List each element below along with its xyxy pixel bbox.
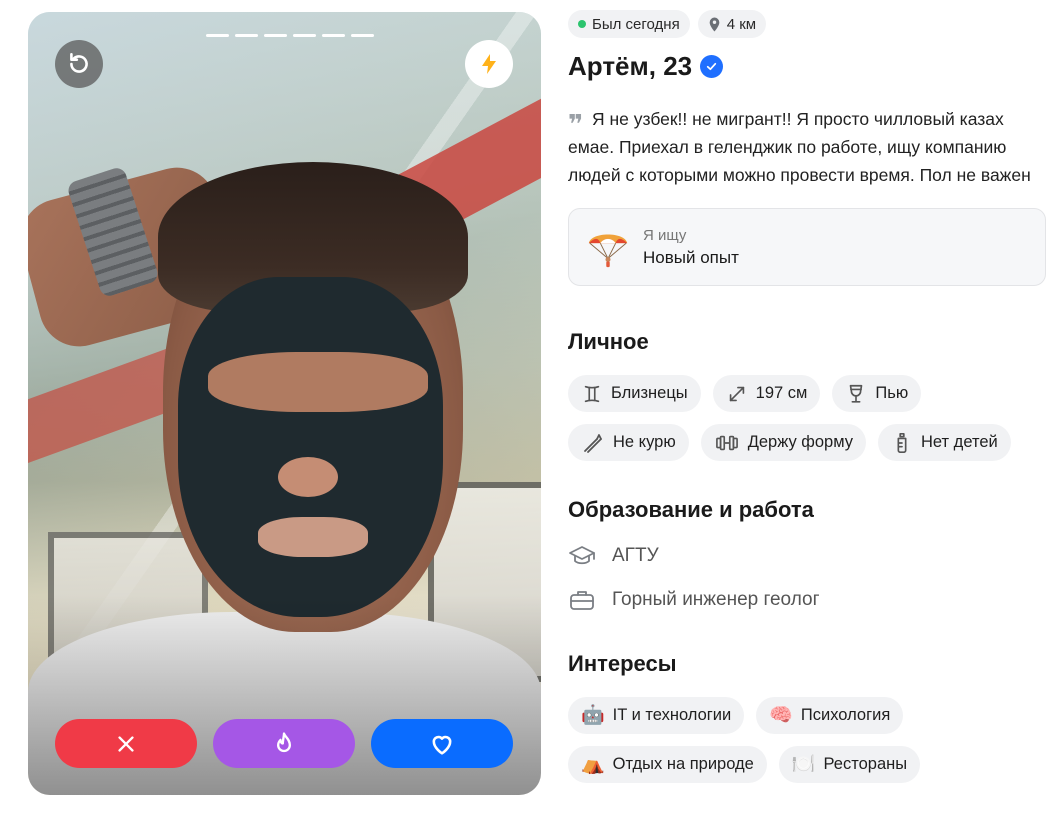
zodiac-text: Близнецы — [611, 384, 688, 402]
online-status-text: Был сегодня — [592, 15, 680, 33]
fitness-pill: Держу форму — [700, 424, 866, 461]
interest-pill-nature: ⛺ Отдых на природе — [568, 746, 767, 783]
online-dot-icon — [578, 20, 586, 28]
education-list: АГТУ Горный инженер геолог — [568, 534, 1046, 622]
photo-nose — [278, 457, 338, 497]
seeking-text-block: Я ищу Новый опыт — [643, 227, 739, 268]
status-chips: Был сегодня 4 км — [568, 10, 1046, 38]
interest-nature-text: Отдых на природе — [612, 755, 754, 773]
fitness-text: Держу форму — [747, 433, 853, 451]
education-job-row: Горный инженер геолог — [568, 578, 1046, 622]
drinking-pill: Пью — [832, 375, 922, 412]
photo-eyes — [208, 352, 428, 412]
briefcase-icon — [570, 591, 594, 610]
interest-pill-restaurants: 🍽️ Рестораны — [778, 746, 921, 783]
profile-photo-card[interactable] — [28, 12, 541, 795]
brain-icon: 🧠 — [769, 705, 793, 726]
parachute-icon — [588, 234, 628, 268]
lightning-icon — [482, 54, 496, 74]
heart-icon — [432, 735, 452, 755]
interests-section-title: Интересы — [568, 651, 677, 676]
interests-pills: 🤖 IT и технологии 🧠 Психология ⛺ Отдых н… — [568, 697, 1046, 783]
education-school-row: АГТУ — [568, 534, 1046, 578]
robot-icon: 🤖 — [581, 705, 605, 726]
profile-panel: Был сегодня 4 км Артём, 23 ❞ Я не узбек!!… — [568, 10, 1046, 783]
bio-text: Я не узбек!! не мигрант!! Я просто чилло… — [568, 109, 1031, 185]
photo-face-mask — [178, 277, 443, 617]
dislike-button[interactable] — [55, 719, 197, 768]
graduation-cap-icon — [569, 546, 595, 565]
action-bar — [55, 719, 513, 768]
progress-segment[interactable] — [235, 34, 258, 37]
online-status-chip: Был сегодня — [568, 10, 690, 38]
smoking-pill: Не курю — [568, 424, 689, 461]
plate-cutlery-icon: 🍽️ — [791, 754, 816, 775]
dumbbell-icon — [715, 435, 738, 450]
education-job-text: Горный инженер геолог — [612, 589, 820, 610]
close-icon — [118, 735, 134, 752]
location-pin-icon — [709, 17, 720, 31]
profile-bio: ❞ Я не узбек!! не мигрант!! Я просто чилл… — [568, 105, 1046, 189]
interest-it-text: IT и технологии — [612, 706, 732, 724]
undo-icon — [70, 52, 88, 73]
progress-segment[interactable] — [293, 34, 316, 37]
interest-psychology-text: Психология — [800, 706, 891, 724]
kids-text: Нет детей — [921, 433, 998, 451]
distance-text: 4 км — [726, 15, 757, 33]
tent-icon: ⛺ — [581, 754, 605, 775]
height-text: 197 см — [755, 384, 808, 402]
progress-segment[interactable] — [206, 34, 229, 37]
personal-pills: Близнецы 197 см Пью Не курю Держу форму … — [568, 375, 1046, 461]
interest-pill-it: 🤖 IT и технологии — [568, 697, 745, 734]
expand-arrows-icon — [729, 386, 744, 401]
undo-button[interactable] — [55, 40, 103, 88]
baby-bottle-icon — [897, 432, 907, 453]
personal-section-title: Личное — [568, 329, 649, 354]
kids-pill: Нет детей — [878, 424, 1011, 461]
smoking-text: Не курю — [613, 433, 676, 451]
seeking-label: Я ищу — [643, 226, 687, 244]
profile-name: Артём, 23 — [568, 51, 693, 81]
seeking-value: Новый опыт — [643, 247, 739, 267]
seeking-card: Я ищу Новый опыт — [568, 208, 1046, 286]
name-row: Артём, 23 — [568, 51, 1046, 82]
superlike-button[interactable] — [213, 719, 355, 768]
progress-segment[interactable] — [264, 34, 287, 37]
height-pill: 197 см — [712, 375, 821, 412]
photo-mouth — [258, 517, 368, 557]
progress-segment[interactable] — [322, 34, 345, 37]
drinking-text: Пью — [875, 384, 909, 402]
interest-restaurants-text: Рестораны — [823, 755, 908, 773]
boost-button[interactable] — [465, 40, 513, 88]
zodiac-pill: Близнецы — [568, 375, 701, 412]
education-section-title: Образование и работа — [568, 497, 814, 522]
like-button[interactable] — [371, 719, 513, 768]
no-smoking-icon — [584, 433, 602, 453]
gemini-icon — [584, 385, 600, 402]
flame-icon — [277, 731, 291, 752]
quote-icon: ❞ — [568, 109, 584, 139]
education-school-text: АГТУ — [612, 545, 659, 566]
photo-progress-indicator — [206, 34, 374, 37]
verified-badge-icon — [700, 55, 724, 78]
wine-glass-icon — [850, 384, 863, 403]
distance-chip: 4 км — [697, 10, 767, 38]
interest-pill-psychology: 🧠 Психология — [756, 697, 904, 734]
progress-segment[interactable] — [351, 34, 374, 37]
